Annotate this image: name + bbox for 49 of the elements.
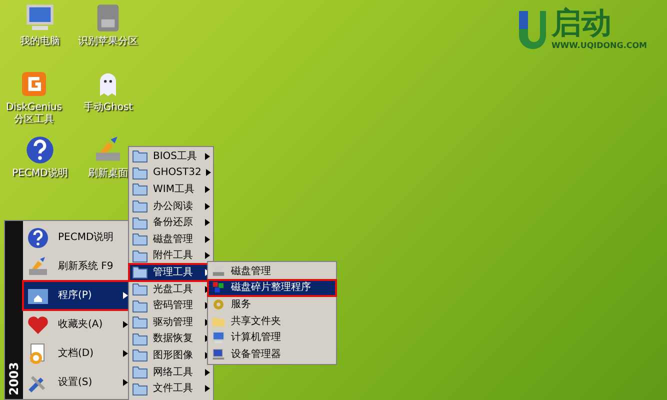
programs-menu-item[interactable]: BIOS工具 xyxy=(129,148,213,165)
submenu-arrow-icon xyxy=(205,385,210,392)
submenu-arrow-icon xyxy=(205,152,210,160)
start-menu-item[interactable]: 收藏夹(A) xyxy=(23,310,131,339)
start-menu-item[interactable]: PECMD说明 xyxy=(23,223,131,252)
help-icon xyxy=(26,226,50,250)
folder-icon xyxy=(132,365,148,380)
folder-icon xyxy=(132,232,148,246)
programs-menu-item[interactable]: 备份还原 xyxy=(129,214,213,231)
submenu-arrow-icon xyxy=(206,169,212,176)
start-menu-item[interactable]: 刷新系统 F9 xyxy=(23,252,131,281)
programs-menu-item[interactable]: WIM工具 xyxy=(129,181,213,198)
programs-menu-item[interactable]: 磁盘管理 xyxy=(129,230,213,248)
folder-icon xyxy=(132,182,148,196)
submenu-arrow-icon xyxy=(205,202,210,210)
start-menu-item[interactable]: 程序(P) xyxy=(23,281,131,310)
programs-menu-item[interactable]: 办公阅读 xyxy=(129,198,213,214)
monitor-icon xyxy=(211,346,226,362)
submenu-arrow-icon xyxy=(205,219,210,226)
folder-icon xyxy=(132,332,148,346)
programs-menu-item[interactable]: 附件工具 xyxy=(129,248,213,264)
gear-icon xyxy=(211,296,226,312)
folder-icon xyxy=(132,315,148,330)
logo-url: WWW.UQIDONG.COM xyxy=(551,40,647,52)
colored-blocks-icon xyxy=(211,280,226,296)
u-logo-icon xyxy=(517,9,548,51)
start-menu-item[interactable]: 文档(D) xyxy=(23,339,131,368)
submenu-arrow-icon xyxy=(205,252,210,260)
folder-icon xyxy=(132,382,148,396)
folder-icon xyxy=(132,265,148,280)
submenu-arrow-icon xyxy=(205,368,210,376)
banner-text: 2003 xyxy=(6,362,22,395)
programs-menu-item[interactable]: GHOST32 xyxy=(129,164,213,182)
computer-icon xyxy=(211,330,226,346)
logo-text: 启动 xyxy=(551,8,612,40)
folder-icon xyxy=(132,298,148,313)
drive-icon xyxy=(211,264,226,279)
folder-icon xyxy=(132,149,148,164)
programs-menu-item[interactable]: 文件工具 xyxy=(129,380,213,397)
folder-icon xyxy=(132,348,148,362)
admin-menu-item[interactable]: 磁盘碎片整理程序 xyxy=(208,280,336,296)
submenu-arrow-icon xyxy=(205,186,210,193)
folder-icon xyxy=(132,216,148,230)
programs-menu-item[interactable]: 网络工具 xyxy=(129,364,213,380)
folder-icon xyxy=(132,166,148,180)
folder-icon xyxy=(132,199,148,214)
start-menu-item[interactable]: 设置(S) xyxy=(23,368,131,397)
submenu-arrow-icon xyxy=(205,236,210,243)
help-icon xyxy=(24,134,56,166)
